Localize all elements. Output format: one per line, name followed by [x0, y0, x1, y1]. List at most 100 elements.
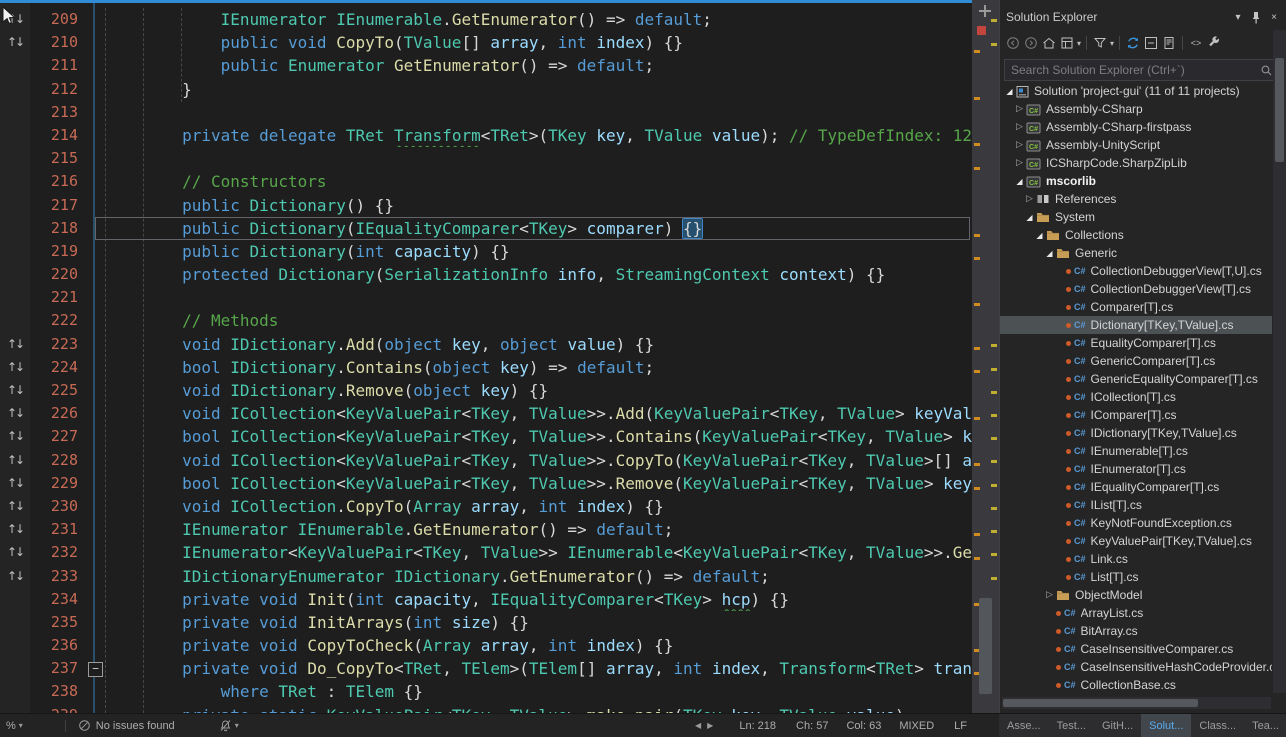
code-text[interactable]: IEnumerator<KeyValuePair<TKey, TValue>> … — [78, 541, 972, 564]
search-input[interactable] — [1005, 63, 1257, 77]
tool-window-tab-2[interactable]: Test... — [1049, 714, 1094, 737]
code-line-217[interactable]: 217 public Dictionary() {} — [0, 194, 972, 217]
code-text[interactable]: where TRet : TElem {} — [78, 680, 972, 703]
tree-item[interactable]: C#ICollection[T].cs — [1000, 388, 1272, 406]
code-text[interactable]: private static KeyValuePair<TKey, TValue… — [78, 704, 972, 713]
tree-item[interactable]: C#IEqualityComparer[T].cs — [1000, 478, 1272, 496]
line-number[interactable]: 215 — [30, 147, 78, 170]
code-text[interactable]: bool ICollection<KeyValuePair<TKey, TVal… — [78, 425, 972, 448]
code-line-224[interactable]: ↑↓224 bool IDictionary.Contains(object k… — [0, 356, 972, 379]
line-number[interactable]: 217 — [30, 194, 78, 217]
code-line-210[interactable]: ↑↓210 public void CopyTo(TValue[] array,… — [0, 31, 972, 54]
expand-arrow-icon[interactable]: ▷ — [1013, 158, 1026, 168]
code-line-234[interactable]: 234 private void Init(int capacity, IEqu… — [0, 588, 972, 611]
line-number[interactable]: 221 — [30, 286, 78, 309]
line-number[interactable]: 209 — [30, 8, 78, 31]
line-number[interactable]: 230 — [30, 495, 78, 518]
line-number[interactable]: 225 — [30, 379, 78, 402]
code-text[interactable]: // Constructors — [78, 170, 972, 193]
tree-item[interactable]: ◢Collections — [1000, 226, 1272, 244]
view-code-icon[interactable]: <> — [1187, 33, 1205, 53]
scroll-right-icon[interactable]: ▶ — [707, 721, 713, 730]
collapse-arrow-icon[interactable]: ◢ — [1033, 231, 1046, 240]
code-text[interactable]: void IDictionary.Remove(object key) {} — [78, 379, 972, 402]
code-line-230[interactable]: ↑↓230 void ICollection.CopyTo(Array arra… — [0, 495, 972, 518]
collapse-arrow-icon[interactable]: ◢ — [1023, 213, 1036, 222]
line-number[interactable]: 235 — [30, 611, 78, 634]
code-text[interactable] — [78, 101, 972, 124]
code-text[interactable]: protected Dictionary(SerializationInfo i… — [78, 263, 972, 286]
expand-arrow-icon[interactable]: ▷ — [1043, 590, 1056, 600]
tree-item[interactable]: C#BitArray.cs — [1000, 622, 1272, 640]
tree-item[interactable]: C#Comparer[T].cs — [1000, 298, 1272, 316]
line-number[interactable]: 233 — [30, 565, 78, 588]
tree-item[interactable]: C#Link.cs — [1000, 550, 1272, 568]
line-number[interactable]: 213 — [30, 101, 78, 124]
tree-item[interactable]: ◢Solution 'project-gui' (11 of 11 projec… — [1000, 82, 1272, 100]
line-number[interactable]: 218 — [30, 217, 78, 240]
line-number[interactable]: 224 — [30, 356, 78, 379]
line-number[interactable]: 231 — [30, 518, 78, 541]
code-text[interactable]: public void CopyTo(TValue[] array, int i… — [78, 31, 972, 54]
close-icon[interactable]: × — [1265, 9, 1283, 25]
tree-item[interactable]: ◢C#mscorlib — [1000, 172, 1272, 190]
tree-item[interactable]: C#GenericComparer[T].cs — [1000, 352, 1272, 370]
tool-window-tab-5[interactable]: Class... — [1191, 714, 1244, 737]
code-text[interactable]: void ICollection<KeyValuePair<TKey, TVal… — [78, 449, 972, 472]
code-text[interactable]: } — [78, 78, 972, 101]
code-text[interactable]: private void Init(int capacity, IEqualit… — [78, 588, 972, 611]
code-line-235[interactable]: 235 private void InitArrays(int size) {} — [0, 611, 972, 634]
collapse-arrow-icon[interactable]: ◢ — [1013, 177, 1026, 186]
tree-horizontal-scrollbar[interactable] — [1002, 697, 1271, 709]
show-all-files-icon[interactable] — [1058, 33, 1076, 53]
line-number[interactable]: 212 — [30, 78, 78, 101]
tree-item[interactable]: C#IDictionary[TKey,TValue].cs — [1000, 424, 1272, 442]
chevron-down-icon[interactable]: ▾ — [1109, 39, 1115, 48]
code-line-212[interactable]: 212 } — [0, 78, 972, 101]
line-number[interactable]: 220 — [30, 263, 78, 286]
code-line-221[interactable]: 221 — [0, 286, 972, 309]
line-number[interactable]: 232 — [30, 541, 78, 564]
code-text[interactable] — [78, 147, 972, 170]
code-text[interactable]: IEnumerator IEnumerable.GetEnumerator() … — [78, 8, 972, 31]
code-text[interactable]: IDictionaryEnumerator IDictionary.GetEnu… — [78, 565, 972, 588]
collapse-all-icon[interactable] — [1142, 33, 1160, 53]
line-number[interactable]: 228 — [30, 449, 78, 472]
properties-icon[interactable] — [1160, 33, 1178, 53]
char-indicator[interactable]: Ch: 57 — [796, 720, 828, 732]
editor-vertical-scrollbar[interactable] — [972, 0, 999, 713]
tree-item[interactable]: C#CollectionDebuggerView[T].cs — [1000, 280, 1272, 298]
code-line-225[interactable]: ↑↓225 void IDictionary.Remove(object key… — [0, 379, 972, 402]
code-text[interactable]: // Methods — [78, 309, 972, 332]
tree-item[interactable]: C#GenericEqualityComparer[T].cs — [1000, 370, 1272, 388]
back-icon[interactable] — [1004, 33, 1022, 53]
reference-glyph-icon[interactable]: ↑↓ — [0, 495, 30, 518]
reference-glyph-icon[interactable]: ↑↓ — [0, 31, 30, 54]
reference-glyph-icon[interactable]: ↑↓ — [0, 379, 30, 402]
code-text[interactable]: public Dictionary(int capacity) {} — [78, 240, 972, 263]
code-text[interactable] — [78, 286, 972, 309]
code-line-229[interactable]: ↑↓229 bool ICollection<KeyValuePair<TKey… — [0, 472, 972, 495]
code-line-219[interactable]: 219 public Dictionary(int capacity) {} — [0, 240, 972, 263]
tree-item[interactable]: ▷C#Assembly-CSharp-firstpass — [1000, 118, 1272, 136]
tree-item[interactable]: ◢Generic — [1000, 244, 1272, 262]
code-line-236[interactable]: 236 private void CopyToCheck(Array array… — [0, 634, 972, 657]
line-number[interactable]: 214 — [30, 124, 78, 147]
line-number[interactable]: 226 — [30, 402, 78, 425]
code-line-215[interactable]: 215 — [0, 147, 972, 170]
scrollbar-thumb[interactable] — [1275, 58, 1284, 162]
reference-glyph-icon[interactable]: ↑↓ — [0, 8, 30, 31]
code-line-222[interactable]: 222 // Methods — [0, 309, 972, 332]
line-number[interactable]: 229 — [30, 472, 78, 495]
line-number[interactable]: 237 — [30, 657, 78, 680]
collapse-arrow-icon[interactable]: ◢ — [1043, 249, 1056, 258]
line-number[interactable]: 238 — [30, 680, 78, 703]
code-text[interactable]: bool IDictionary.Contains(object key) =>… — [78, 356, 972, 379]
code-line-238[interactable]: 238 where TRet : TElem {} — [0, 680, 972, 703]
reference-glyph-icon[interactable]: ↑↓ — [0, 518, 30, 541]
line-number[interactable]: 222 — [30, 309, 78, 332]
chevron-down-icon[interactable]: ▾ — [1076, 39, 1082, 48]
forward-icon[interactable] — [1022, 33, 1040, 53]
fold-collapse-icon[interactable]: − — [88, 662, 103, 677]
notifications-muted-icon[interactable]: ▾ — [219, 719, 239, 732]
